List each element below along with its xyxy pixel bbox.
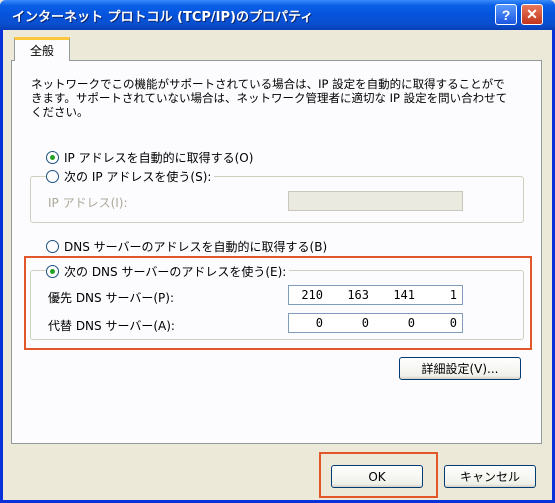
tab-general[interactable]: 全般 bbox=[14, 37, 70, 61]
radio-ip-manual-label: 次の IP アドレスを使う(S): bbox=[64, 170, 212, 184]
title-bar[interactable]: インターネット プロトコル (TCP/IP)のプロパティ ? ✕ bbox=[0, 0, 555, 30]
close-button[interactable]: ✕ bbox=[521, 4, 543, 25]
window-title: インターネット プロトコル (TCP/IP)のプロパティ bbox=[12, 10, 314, 25]
cancel-button[interactable]: キャンセル bbox=[444, 465, 536, 488]
dns-highlight-box bbox=[24, 256, 532, 350]
ok-highlight-box bbox=[319, 452, 438, 498]
close-icon: ✕ bbox=[526, 6, 538, 22]
radio-ip-auto-label: IP アドレスを自動的に取得する(O) bbox=[64, 151, 254, 165]
radio-indicator bbox=[46, 170, 59, 183]
help-button[interactable]: ? bbox=[495, 4, 517, 25]
radio-indicator bbox=[46, 151, 59, 164]
advanced-button[interactable]: 詳細設定(V)... bbox=[399, 357, 521, 380]
description-text: ネットワークでこの機能がサポートされている場合は、IP 設定を自動的に取得するこ… bbox=[31, 77, 508, 119]
help-icon: ? bbox=[501, 6, 511, 23]
radio-dns-auto[interactable]: DNS サーバーのアドレスを自動的に取得する(B) bbox=[46, 238, 327, 255]
radio-dns-auto-label: DNS サーバーのアドレスを自動的に取得する(B) bbox=[64, 240, 328, 254]
radio-ip-auto[interactable]: IP アドレスを自動的に取得する(O) bbox=[46, 149, 253, 166]
ip-address-field bbox=[288, 191, 463, 211]
ip-address-label: IP アドレス(I): bbox=[48, 196, 128, 210]
radio-indicator bbox=[46, 240, 59, 253]
radio-ip-manual[interactable]: 次の IP アドレスを使う(S): bbox=[46, 168, 215, 185]
